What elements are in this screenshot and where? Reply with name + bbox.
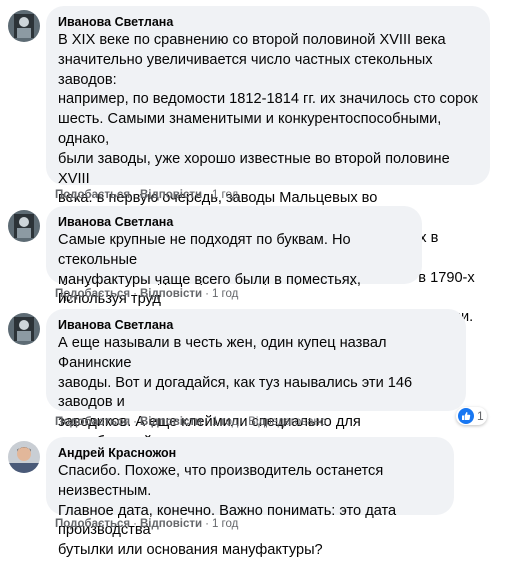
comment-time[interactable]: 1 год — [212, 518, 238, 530]
avatar[interactable] — [8, 210, 40, 242]
separator: · — [133, 189, 137, 201]
comment-actions: Подобається · Відповісти · 1 год — [55, 517, 238, 531]
reply-button[interactable]: Відповісти — [140, 416, 202, 428]
separator: · — [205, 518, 209, 530]
comment-author[interactable]: Иванова Светлана — [58, 14, 478, 30]
comment-bubble: Иванова Светлана В XIX веке по сравнению… — [46, 6, 490, 325]
separator: · — [133, 518, 137, 530]
comment-bubble: Иванова Светлана А еще называли в честь … — [46, 309, 466, 509]
like-button[interactable]: Подобається — [55, 288, 130, 300]
comment-author[interactable]: Андрей Красножон — [58, 445, 442, 461]
avatar[interactable] — [8, 10, 40, 42]
avatar[interactable] — [8, 313, 40, 345]
comment-bubble: Иванова Светлана Самые крупные не подход… — [46, 206, 422, 327]
edited-label[interactable]: Відредаговано — [248, 416, 326, 428]
separator: · — [133, 416, 137, 428]
reply-button[interactable]: Відповісти — [140, 518, 202, 530]
separator: · — [205, 288, 209, 300]
reaction-badge[interactable]: 1 — [456, 407, 487, 425]
reply-button[interactable]: Відповісти — [140, 189, 202, 201]
separator: · — [133, 288, 137, 300]
like-button[interactable]: Подобається — [55, 518, 130, 530]
comment-time[interactable]: 1 год — [212, 416, 238, 428]
comment-bubble: Андрей Красножон Спасибо. Похоже, что пр… — [46, 437, 454, 558]
comment-actions: Подобається · Відповісти · 1 год · Відредагова… — [55, 415, 326, 429]
comment-author[interactable]: Иванова Светлана — [58, 317, 454, 333]
reply-button[interactable]: Відповісти — [140, 288, 202, 300]
like-icon — [458, 408, 474, 424]
comment-author[interactable]: Иванова Светлана — [58, 214, 410, 230]
separator: · — [205, 416, 209, 428]
separator: · — [241, 416, 246, 428]
separator: · — [205, 189, 209, 201]
reaction-count: 1 — [477, 409, 484, 423]
comment-time[interactable]: 1 год — [212, 288, 238, 300]
comment-time[interactable]: 1 год — [212, 189, 238, 201]
like-button[interactable]: Подобається — [55, 189, 130, 201]
comment-actions: Подобається · Відповісти · 1 год — [55, 188, 238, 202]
comment-actions: Подобається · Відповісти · 1 год — [55, 287, 238, 301]
comment-text: Спасибо. Похоже, что производитель остан… — [58, 463, 397, 559]
like-button[interactable]: Подобається — [55, 416, 130, 428]
avatar[interactable] — [8, 441, 40, 473]
